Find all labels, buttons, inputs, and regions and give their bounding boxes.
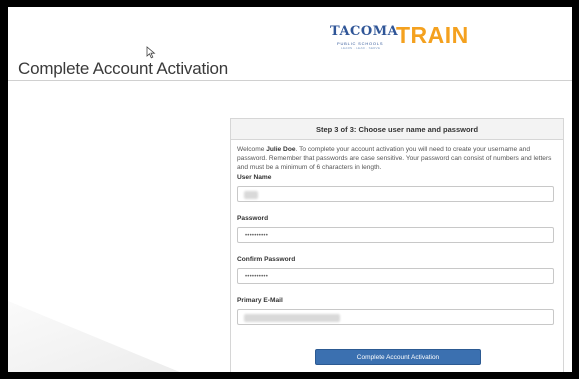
- password-input[interactable]: ••••••••••: [237, 227, 554, 244]
- email-redacted-value: [244, 314, 340, 323]
- confirm-password-input[interactable]: ••••••••••: [237, 268, 554, 285]
- panel-body: Welcome Julie Doe. To complete your acco…: [231, 140, 563, 326]
- logo-tacoma-text: TACOMA: [330, 24, 399, 39]
- browser-viewport: TACOMA PUBLIC SCHOOLS LEARN · LEAD · SER…: [8, 7, 572, 372]
- complete-activation-button[interactable]: Complete Account Activation: [315, 349, 481, 365]
- tacoma-train-logo: TACOMA PUBLIC SCHOOLS LEARN · LEAD · SER…: [330, 22, 468, 54]
- username-label: User Name: [237, 174, 272, 182]
- email-label: Primary E-Mail: [237, 297, 283, 305]
- username-input[interactable]: [237, 186, 554, 203]
- page-title: Complete Account Activation: [18, 59, 229, 78]
- header-divider: [8, 80, 572, 81]
- intro-text: Welcome Julie Doe. To complete your acco…: [237, 146, 559, 172]
- intro-welcome: Welcome: [237, 146, 267, 153]
- mouse-pointer-icon: [146, 46, 156, 59]
- password-label: Password: [237, 215, 269, 223]
- panel-header: Step 3 of 3: Choose user name and passwo…: [231, 119, 563, 140]
- background-decoration: [8, 301, 228, 372]
- user-display-name: Julie Doe: [266, 146, 296, 153]
- activation-panel: Step 3 of 3: Choose user name and passwo…: [230, 118, 564, 372]
- logo-train-text: TRAIN: [396, 22, 469, 48]
- logo-tagline: LEARN · LEAD · SERVE: [341, 46, 381, 50]
- username-redacted-value: [244, 191, 258, 200]
- password-value: ••••••••••: [245, 233, 269, 240]
- confirm-password-label: Confirm Password: [237, 256, 296, 264]
- confirm-password-value: ••••••••••: [245, 274, 269, 281]
- email-input[interactable]: [237, 309, 554, 326]
